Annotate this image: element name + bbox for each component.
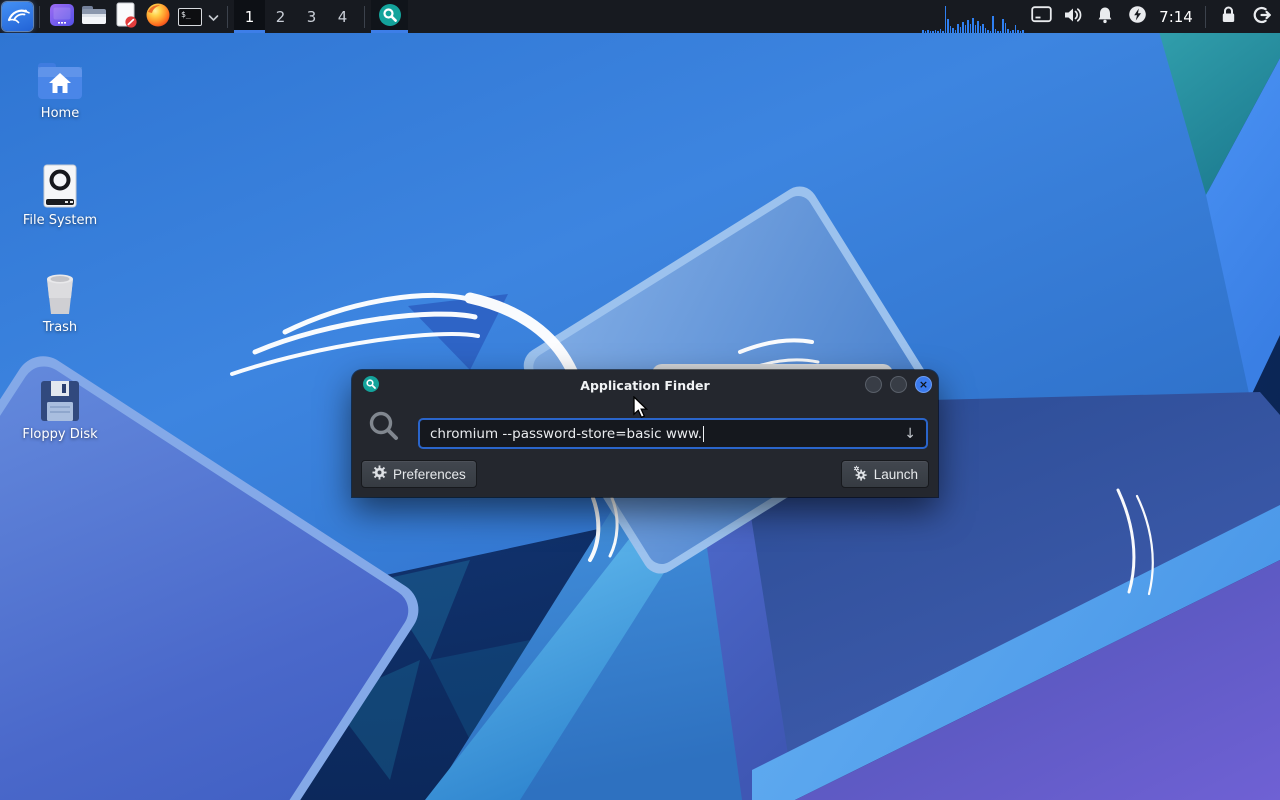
panel-clock[interactable]: 7:14 (1153, 8, 1199, 26)
desktop-icon-home[interactable]: Home (12, 52, 108, 121)
launcher-file-manager[interactable] (78, 1, 110, 32)
floppy-icon (12, 373, 108, 423)
preferences-button[interactable]: Preferences (361, 460, 477, 488)
run-gears-icon (852, 465, 868, 484)
panel-separator (1205, 5, 1206, 28)
chevron-down-icon (208, 7, 219, 26)
launcher-firefox[interactable] (142, 1, 174, 32)
power-manager-indicator[interactable] (1121, 0, 1153, 33)
bell-icon (1096, 6, 1114, 28)
close-button[interactable]: × (915, 376, 932, 393)
desktop-icon-file-system[interactable]: File System (12, 159, 108, 228)
panel-separator (364, 5, 365, 28)
kali-menu-button[interactable] (2, 2, 33, 31)
volume-indicator[interactable] (1057, 0, 1089, 33)
display-indicator[interactable] (1025, 0, 1057, 33)
desktop-icon-trash[interactable]: Trash (12, 266, 108, 335)
workspace-1[interactable]: 1 (234, 0, 265, 33)
network-monitor-graph[interactable] (922, 0, 1025, 33)
window-title: Application Finder (580, 377, 710, 393)
text-caret (703, 425, 705, 442)
trash-icon (12, 266, 108, 316)
desktop-icon-label: Trash (42, 320, 78, 335)
mouse-cursor (633, 395, 653, 423)
terminal-dropdown-button[interactable] (206, 1, 221, 32)
panel-separator (39, 5, 40, 28)
panel-separator (227, 5, 228, 28)
app-finder-icon (363, 376, 379, 396)
home-folder-icon (12, 52, 108, 102)
search-icon (368, 410, 400, 446)
dropdown-arrow-icon[interactable]: ↓ (904, 426, 916, 442)
gear-icon (372, 465, 387, 483)
drive-icon (12, 159, 108, 209)
desktop-icon-label: Home (40, 106, 80, 121)
search-input-value: chromium --password-store=basic www. (430, 425, 703, 442)
firefox-icon (145, 2, 171, 32)
workspace-2[interactable]: 2 (265, 0, 296, 33)
top-panel: $_ 1 2 3 4 7:14 (0, 0, 1280, 33)
launcher-app-window[interactable] (46, 1, 78, 32)
desktop-icon-label: File System (22, 213, 98, 228)
workspace-4[interactable]: 4 (327, 0, 358, 33)
launch-label: Launch (873, 466, 918, 482)
document-icon (114, 2, 138, 32)
minimize-button[interactable] (865, 376, 882, 393)
screen-lock-button[interactable] (1212, 0, 1244, 33)
desktop-screen: Home File System Trash Floppy Disk Appli… (0, 0, 1280, 800)
desktop-icon-label: Floppy Disk (22, 427, 98, 442)
preferences-label: Preferences (393, 466, 466, 482)
taskbar-application-finder[interactable] (371, 0, 408, 33)
launch-button[interactable]: Launch (840, 460, 929, 488)
power-bolt-icon (1128, 5, 1147, 28)
lock-icon (1220, 5, 1237, 28)
terminal-icon: $_ (178, 7, 202, 26)
purple-app-icon (49, 2, 75, 32)
kali-logo-icon (6, 3, 30, 31)
volume-icon (1063, 6, 1083, 28)
folder-icon (81, 3, 107, 31)
application-finder-window: Application Finder × chromium --password… (352, 370, 938, 497)
logout-icon (1252, 5, 1272, 29)
notifications-indicator[interactable] (1089, 0, 1121, 33)
logout-button[interactable] (1244, 0, 1280, 33)
launcher-terminal[interactable]: $_ (174, 1, 206, 32)
launcher-text-editor[interactable] (110, 1, 142, 32)
workspace-3[interactable]: 3 (296, 0, 327, 33)
finder-task-icon (378, 3, 402, 31)
close-icon: × (918, 378, 929, 391)
desktop-icon-floppy-disk[interactable]: Floppy Disk (12, 373, 108, 442)
display-icon (1030, 6, 1052, 27)
maximize-button[interactable] (890, 376, 907, 393)
search-input[interactable]: chromium --password-store=basic www. ↓ (418, 418, 928, 449)
